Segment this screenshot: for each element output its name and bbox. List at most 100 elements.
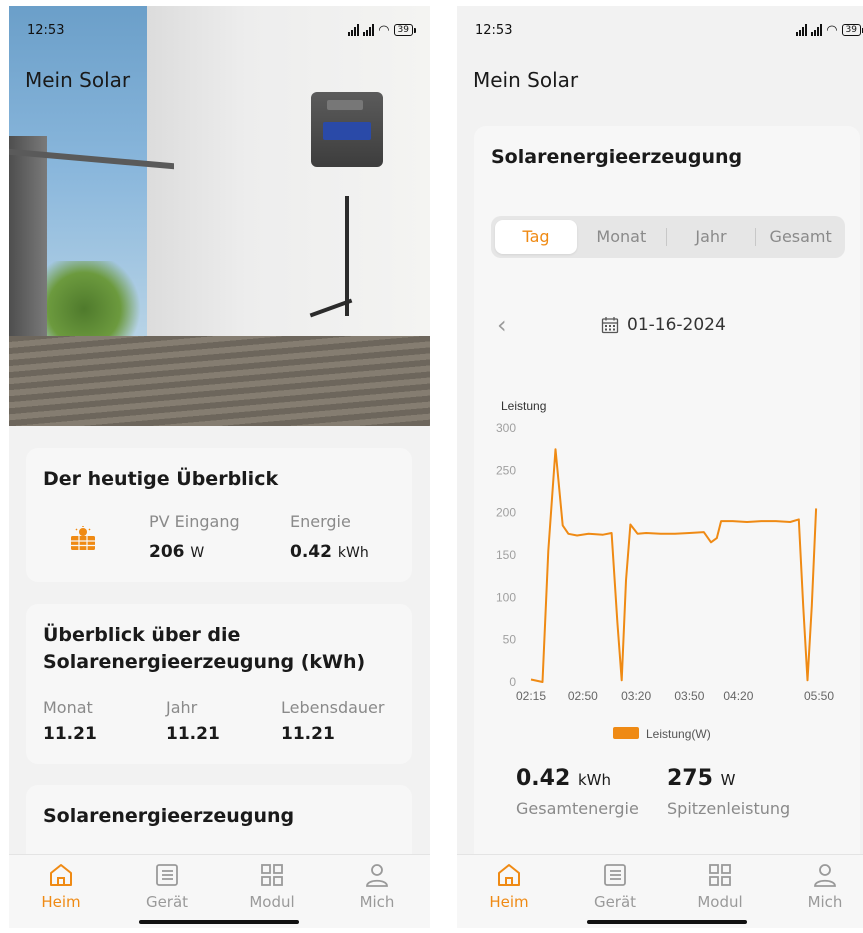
solar-panel-frame bbox=[9, 136, 47, 346]
inverter-display bbox=[327, 100, 363, 110]
y-tick-label: 100 bbox=[496, 590, 516, 604]
today-overview-card[interactable]: Der heutige Überblick PV Eingang 206 W E… bbox=[26, 448, 412, 582]
list-icon bbox=[156, 864, 178, 886]
wifi-icon: ◠ bbox=[826, 22, 838, 38]
signal-icon bbox=[348, 24, 360, 36]
signal-icon bbox=[363, 24, 375, 36]
card-title: Solarenergieerzeugung bbox=[43, 805, 295, 827]
nav-label: Gerät bbox=[145, 893, 189, 911]
inverter-cable bbox=[345, 196, 349, 316]
nav-label: Heim bbox=[489, 893, 529, 911]
nav-label: Heim bbox=[41, 893, 81, 911]
total-energy-value: 0.42 kWh bbox=[516, 766, 611, 791]
page-title: Mein Solar bbox=[473, 68, 579, 92]
month-label: Monat bbox=[43, 698, 93, 717]
generation-overview-card[interactable]: Überblick über die Solarenergieerzeugung… bbox=[26, 604, 412, 764]
signal-icon bbox=[796, 24, 808, 36]
nav-label: Mich bbox=[359, 893, 395, 911]
x-tick-label: 05:50 bbox=[804, 689, 834, 703]
x-tick-label: 02:15 bbox=[516, 689, 546, 703]
x-tick-label: 02:50 bbox=[568, 689, 598, 703]
tab-month[interactable]: Monat bbox=[577, 220, 666, 254]
period-tabs: Tag Monat Jahr Gesamt bbox=[491, 216, 845, 258]
status-bar: 12:53 ◠ 39 bbox=[457, 6, 863, 54]
battery-icon: 39 bbox=[393, 24, 416, 36]
solar-panel-icon bbox=[71, 526, 95, 550]
peak-power-value: 275 W bbox=[667, 766, 736, 791]
battery-icon: 39 bbox=[841, 24, 863, 36]
home-screen: 12:53 ◠ 39 Mein Solar Der heutige Überbl… bbox=[9, 6, 430, 928]
y-axis-title: Leistung bbox=[501, 399, 546, 413]
bottom-nav: Heim Gerät Modul Mich bbox=[457, 854, 863, 928]
energy-value: 0.42 kWh bbox=[290, 542, 369, 562]
date-selector: ‹ 01-16-2024 bbox=[491, 310, 845, 340]
home-icon bbox=[498, 864, 520, 886]
home-indicator bbox=[139, 920, 299, 924]
generation-card[interactable]: Solarenergieerzeugung bbox=[26, 785, 412, 865]
x-tick-label: 03:50 bbox=[674, 689, 704, 703]
chevron-left-icon[interactable]: ‹ bbox=[497, 310, 507, 340]
home-icon bbox=[50, 864, 72, 886]
tab-day[interactable]: Tag bbox=[495, 220, 577, 254]
nav-label: Mich bbox=[807, 893, 843, 911]
month-value: 11.21 bbox=[43, 724, 97, 744]
nav-item-module[interactable]: Modul bbox=[680, 861, 760, 911]
deck-floor bbox=[9, 336, 430, 426]
nav-item-home[interactable]: Heim bbox=[469, 861, 549, 911]
year-value: 11.21 bbox=[166, 724, 220, 744]
status-bar: 12:53 ◠ 39 bbox=[9, 6, 430, 54]
card-title: Überblick über die Solarenergieerzeugung… bbox=[43, 624, 366, 673]
calendar-icon bbox=[601, 317, 619, 334]
y-tick-label: 200 bbox=[496, 506, 516, 520]
legend-label: Leistung(W) bbox=[646, 727, 711, 741]
energy-label: Energie bbox=[290, 512, 351, 531]
year-label: Jahr bbox=[166, 698, 198, 717]
y-tick-label: 300 bbox=[496, 421, 516, 435]
nav-item-device[interactable]: Gerät bbox=[127, 861, 207, 911]
nav-item-device[interactable]: Gerät bbox=[575, 861, 655, 911]
nav-item-me[interactable]: Mich bbox=[337, 861, 417, 911]
pv-input-value: 206 W bbox=[149, 542, 205, 562]
nav-label: Modul bbox=[249, 893, 295, 911]
nav-item-me[interactable]: Mich bbox=[785, 861, 863, 911]
status-time: 12:53 bbox=[475, 22, 513, 38]
card-title: Solarenergieerzeugung bbox=[491, 146, 743, 168]
person-icon bbox=[366, 864, 388, 887]
lifetime-value: 11.21 bbox=[281, 724, 335, 744]
selected-date: 01-16-2024 bbox=[627, 315, 726, 335]
grid-icon bbox=[261, 864, 283, 886]
grid-icon bbox=[709, 864, 731, 886]
y-tick-label: 150 bbox=[496, 548, 516, 562]
x-tick-label: 04:20 bbox=[723, 689, 753, 703]
y-tick-label: 0 bbox=[509, 675, 516, 689]
date-picker[interactable]: 01-16-2024 bbox=[601, 310, 726, 340]
page-title: Mein Solar bbox=[25, 68, 131, 92]
nav-item-module[interactable]: Modul bbox=[232, 861, 312, 911]
y-tick-label: 50 bbox=[503, 633, 517, 647]
status-time: 12:53 bbox=[27, 22, 65, 38]
wall bbox=[147, 6, 430, 336]
wifi-icon: ◠ bbox=[378, 22, 390, 38]
generation-screen: 12:53 ◠ 39 Mein Solar Solarenergieerzeug… bbox=[457, 6, 863, 928]
x-tick-label: 03:20 bbox=[621, 689, 651, 703]
power-line-chart: Leistung 300 250 200 150 100 50 002:15 02:50 03:2… bbox=[496, 399, 834, 741]
series-line-power bbox=[530, 448, 818, 683]
inverter-label-plate bbox=[323, 122, 371, 140]
card-title: Der heutige Überblick bbox=[43, 468, 279, 490]
tab-total[interactable]: Gesamt bbox=[756, 220, 845, 254]
generation-chart-card: Solarenergieerzeugung Tag Monat Jahr Ges… bbox=[474, 126, 860, 866]
y-tick-label: 250 bbox=[496, 463, 516, 477]
tab-year[interactable]: Jahr bbox=[667, 220, 756, 254]
total-energy-label: Gesamtenergie bbox=[516, 799, 639, 818]
status-icons: ◠ 39 bbox=[348, 24, 416, 37]
status-icons: ◠ 39 bbox=[796, 24, 863, 37]
nav-item-home[interactable]: Heim bbox=[21, 861, 101, 911]
microinverter bbox=[311, 92, 383, 167]
bottom-nav: Heim Gerät Modul Mich bbox=[9, 854, 430, 928]
signal-icon bbox=[811, 24, 823, 36]
home-indicator bbox=[587, 920, 747, 924]
list-icon bbox=[604, 864, 626, 886]
pv-input-label: PV Eingang bbox=[149, 512, 240, 531]
lifetime-label: Lebensdauer bbox=[281, 698, 385, 717]
legend-swatch bbox=[613, 727, 639, 739]
